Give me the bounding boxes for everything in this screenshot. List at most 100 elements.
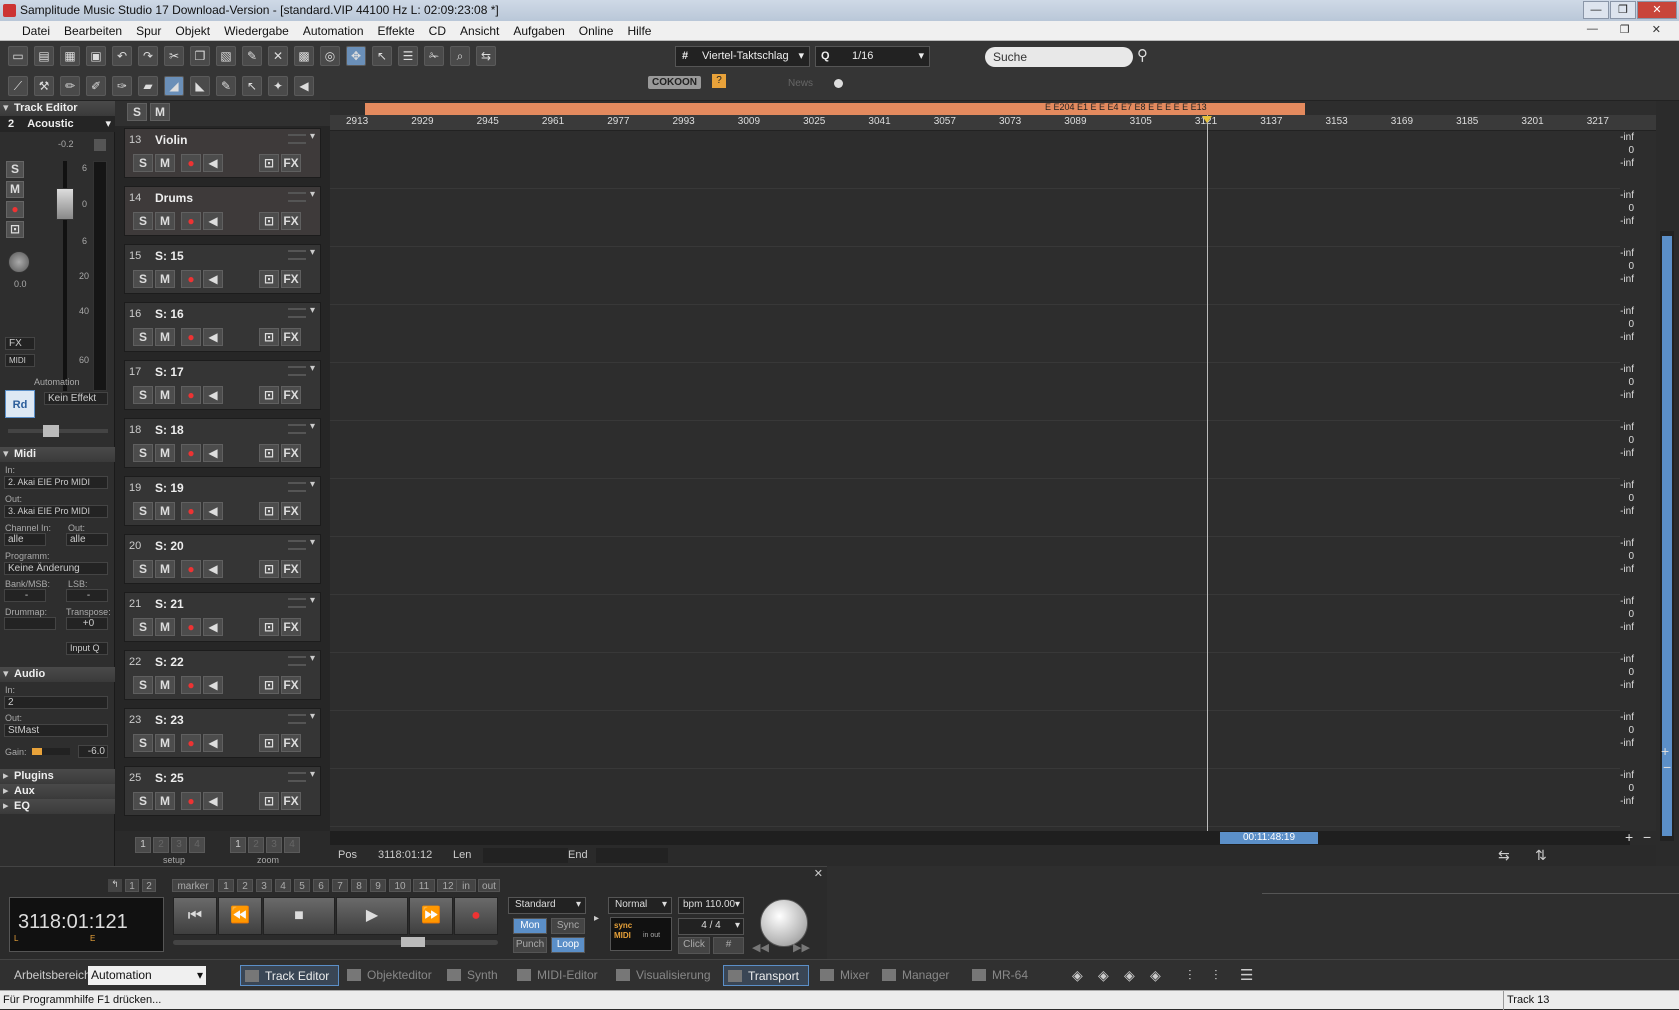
mute-all-button[interactable]: M (150, 103, 170, 121)
track-fx-button[interactable]: FX (281, 560, 301, 578)
solo-button[interactable]: S (6, 161, 24, 178)
jog-left-icon[interactable]: ◀◀ (752, 941, 769, 954)
setup-page-4[interactable]: 4 (189, 837, 205, 853)
jog-right-icon[interactable]: ▶▶ (793, 941, 810, 954)
audio-section-header[interactable]: Audio (0, 667, 115, 682)
track-header[interactable]: 14 Drums ▾ S M ● ◀ ⊡ FX (124, 186, 321, 236)
track-mute-button[interactable]: M (155, 328, 175, 346)
workspace-objekteditor[interactable]: Objekteditor (343, 965, 439, 986)
track-monitor-icon[interactable]: ◀ (203, 734, 223, 752)
volume-fader-handle[interactable] (56, 188, 74, 220)
track-mute-button[interactable]: M (155, 502, 175, 520)
workspace-visualisierung[interactable]: Visualisierung (612, 965, 722, 986)
save-as-icon[interactable]: ▣ (86, 46, 106, 66)
quantize-select[interactable]: Q 1/16 ▾ (815, 46, 930, 67)
track-record-button[interactable]: ● (181, 212, 201, 230)
track-lock-icon[interactable]: ⊡ (259, 676, 279, 694)
marker-button[interactable]: 5 (294, 879, 310, 892)
pos-value[interactable]: 3118:01:12 (378, 845, 432, 866)
track-lane[interactable] (330, 189, 1620, 247)
marker-button[interactable]: 4 (275, 879, 291, 892)
track-mute-button[interactable]: M (155, 792, 175, 810)
track-solo-button[interactable]: S (133, 734, 153, 752)
midi-section-header[interactable]: Midi (0, 447, 115, 462)
track-name[interactable]: S: 17 (155, 365, 184, 379)
track-monitor-icon[interactable]: ◀ (203, 386, 223, 404)
marker-page-2[interactable]: 2 (142, 879, 156, 892)
setup-page-3[interactable]: 3 (171, 837, 187, 853)
track-name[interactable]: Drums (155, 191, 193, 205)
lsb-field[interactable]: - (66, 589, 108, 602)
stop-button[interactable]: ■ (263, 897, 335, 935)
chevron-down-icon[interactable]: ▾ (310, 305, 315, 316)
transport-close-icon[interactable]: ✕ (814, 867, 823, 880)
track-header[interactable]: 18 S: 18 ▾ S M ● ◀ ⊡ FX (124, 418, 321, 468)
zoom-out-horizontal-icon[interactable]: − (1643, 829, 1651, 845)
eq-section-header[interactable]: EQ (0, 799, 115, 814)
copy-icon[interactable]: ❐ (190, 46, 210, 66)
track-monitor-icon[interactable]: ◀ (203, 270, 223, 288)
crossfade-icon[interactable]: ◣ (190, 76, 210, 96)
track-lane[interactable] (330, 305, 1620, 363)
track-record-button[interactable]: ● (181, 560, 201, 578)
marker-lane[interactable]: E E204 E1 E E E4 E7 E8 E E E E E E13 (365, 102, 1305, 115)
track-mute-button[interactable]: M (155, 154, 175, 172)
track-monitor-icon[interactable]: ◀ (203, 676, 223, 694)
track-record-button[interactable]: ● (181, 502, 201, 520)
track-mute-button[interactable]: M (155, 212, 175, 230)
channel-out-select[interactable]: alle (66, 533, 108, 546)
sync-button[interactable]: Sync (551, 918, 585, 934)
pan-knob[interactable] (8, 251, 30, 273)
track-solo-button[interactable]: S (133, 212, 153, 230)
track-header[interactable]: 17 S: 17 ▾ S M ● ◀ ⊡ FX (124, 360, 321, 410)
midi-in-select[interactable]: 2. Akai EIE Pro MIDI (4, 476, 108, 489)
menu-spur[interactable]: Spur (136, 24, 161, 38)
workspace-mixer[interactable]: Mixer (816, 965, 876, 986)
chevron-down-icon[interactable]: ▾ (310, 769, 315, 780)
track-mute-button[interactable]: M (155, 734, 175, 752)
menu-online[interactable]: Online (579, 24, 614, 38)
track-monitor-icon[interactable]: ◀ (203, 328, 223, 346)
track-header[interactable]: 20 S: 20 ▾ S M ● ◀ ⊡ FX (124, 534, 321, 584)
grip-icon[interactable] (288, 540, 306, 550)
paste-icon[interactable]: ▧ (216, 46, 236, 66)
drummap-select[interactable] (4, 617, 56, 630)
track-fx-button[interactable]: FX (281, 792, 301, 810)
track-lane[interactable] (330, 421, 1620, 479)
workspace-manager[interactable]: Manager (878, 965, 958, 986)
help-icon[interactable]: ? (712, 74, 726, 88)
minimize-button[interactable]: — (1583, 1, 1609, 19)
waveform-fit-icon[interactable]: ⫶ (1214, 967, 1218, 984)
menu-wiedergabe[interactable]: Wiedergabe (224, 24, 289, 38)
mdi-close-button[interactable]: ✕ (1652, 23, 1661, 36)
marker-button[interactable]: 2 (237, 879, 253, 892)
track-lane[interactable] (330, 595, 1620, 653)
zoom-icon[interactable]: ⌕ (450, 46, 470, 66)
redo-icon[interactable]: ↷ (138, 46, 158, 66)
track-mute-button[interactable]: M (155, 386, 175, 404)
track-name[interactable]: S: 25 (155, 771, 184, 785)
pencil-icon[interactable]: ✏ (60, 76, 80, 96)
track-name[interactable]: S: 20 (155, 539, 184, 553)
fade-tool-icon[interactable]: ◢ (164, 76, 184, 96)
jog-wheel[interactable] (760, 899, 808, 947)
chevron-down-icon[interactable]: ▾ (310, 595, 315, 606)
chevron-down-icon[interactable]: ▾ (310, 711, 315, 722)
track-lane[interactable] (330, 537, 1620, 595)
midi-button[interactable]: MIDI (5, 354, 35, 367)
marker-label[interactable]: marker (172, 879, 214, 892)
position-slider[interactable] (173, 937, 498, 947)
zoom-page-1[interactable]: 1 (230, 837, 246, 853)
record-transport-button[interactable]: ● (454, 897, 498, 935)
edit-icon[interactable]: ✎ (242, 46, 262, 66)
plugins-section-header[interactable]: Plugins (0, 769, 115, 784)
marker-button[interactable]: 11 (413, 879, 435, 892)
track-record-button[interactable]: ● (181, 328, 201, 346)
track-name[interactable]: S: 18 (155, 423, 184, 437)
track-lane[interactable] (330, 247, 1620, 305)
cursor-tool-icon[interactable]: ↖ (242, 76, 262, 96)
snap-toggle-icon[interactable]: ⇆ (476, 46, 496, 66)
track-fx-button[interactable]: FX (281, 212, 301, 230)
track-mute-button[interactable]: M (155, 676, 175, 694)
track-solo-button[interactable]: S (133, 328, 153, 346)
